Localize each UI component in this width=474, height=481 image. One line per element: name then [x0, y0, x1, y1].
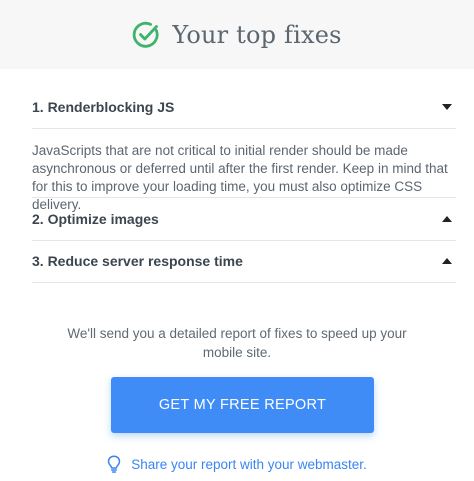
- share-report-label: Share your report with your webmaster.: [131, 456, 367, 472]
- caret-down-icon[interactable]: [442, 104, 452, 110]
- divider: [32, 282, 456, 283]
- fix-3-header[interactable]: 3. Reduce server response time: [32, 240, 456, 282]
- share-report-link[interactable]: Share your report with your webmaster.: [0, 455, 474, 473]
- caret-up-icon[interactable]: [442, 216, 452, 222]
- fix-1-label: 1. Renderblocking JS: [32, 99, 175, 115]
- caret-up-icon[interactable]: [442, 258, 452, 264]
- get-free-report-button[interactable]: GET MY FREE REPORT: [111, 377, 374, 433]
- page-title: Your top fixes: [172, 20, 342, 49]
- fix-item-2: 2. Optimize images: [32, 198, 456, 240]
- fix-1-header[interactable]: 1. Renderblocking JS: [32, 86, 456, 128]
- divider: [32, 128, 456, 129]
- check-circle-icon: [133, 21, 159, 48]
- fix-item-3: 3. Reduce server response time: [32, 240, 456, 282]
- lightbulb-icon: [107, 455, 121, 473]
- fix-3-label: 3. Reduce server response time: [32, 253, 243, 269]
- fix-2-header[interactable]: 2. Optimize images: [32, 198, 456, 240]
- fix-item-1: 1. Renderblocking JS: [32, 86, 456, 128]
- header: Your top fixes: [0, 0, 474, 69]
- report-note: We'll send you a detailed report of fixe…: [67, 326, 407, 360]
- fix-2-label: 2. Optimize images: [32, 211, 159, 227]
